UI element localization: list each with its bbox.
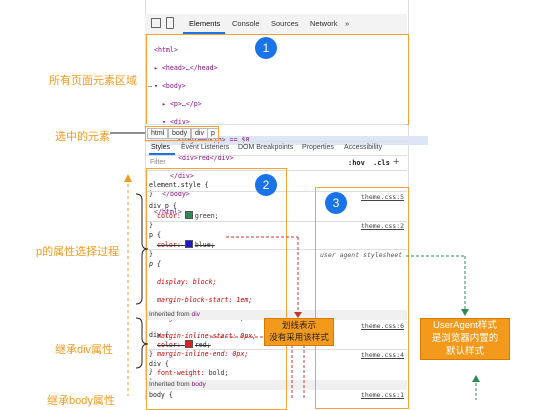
strike-callout: 划线表示 没有采用该样式 [264, 318, 334, 346]
useragent-callout: UserAgent样式 是浏览器内置的 默认样式 [420, 318, 510, 360]
